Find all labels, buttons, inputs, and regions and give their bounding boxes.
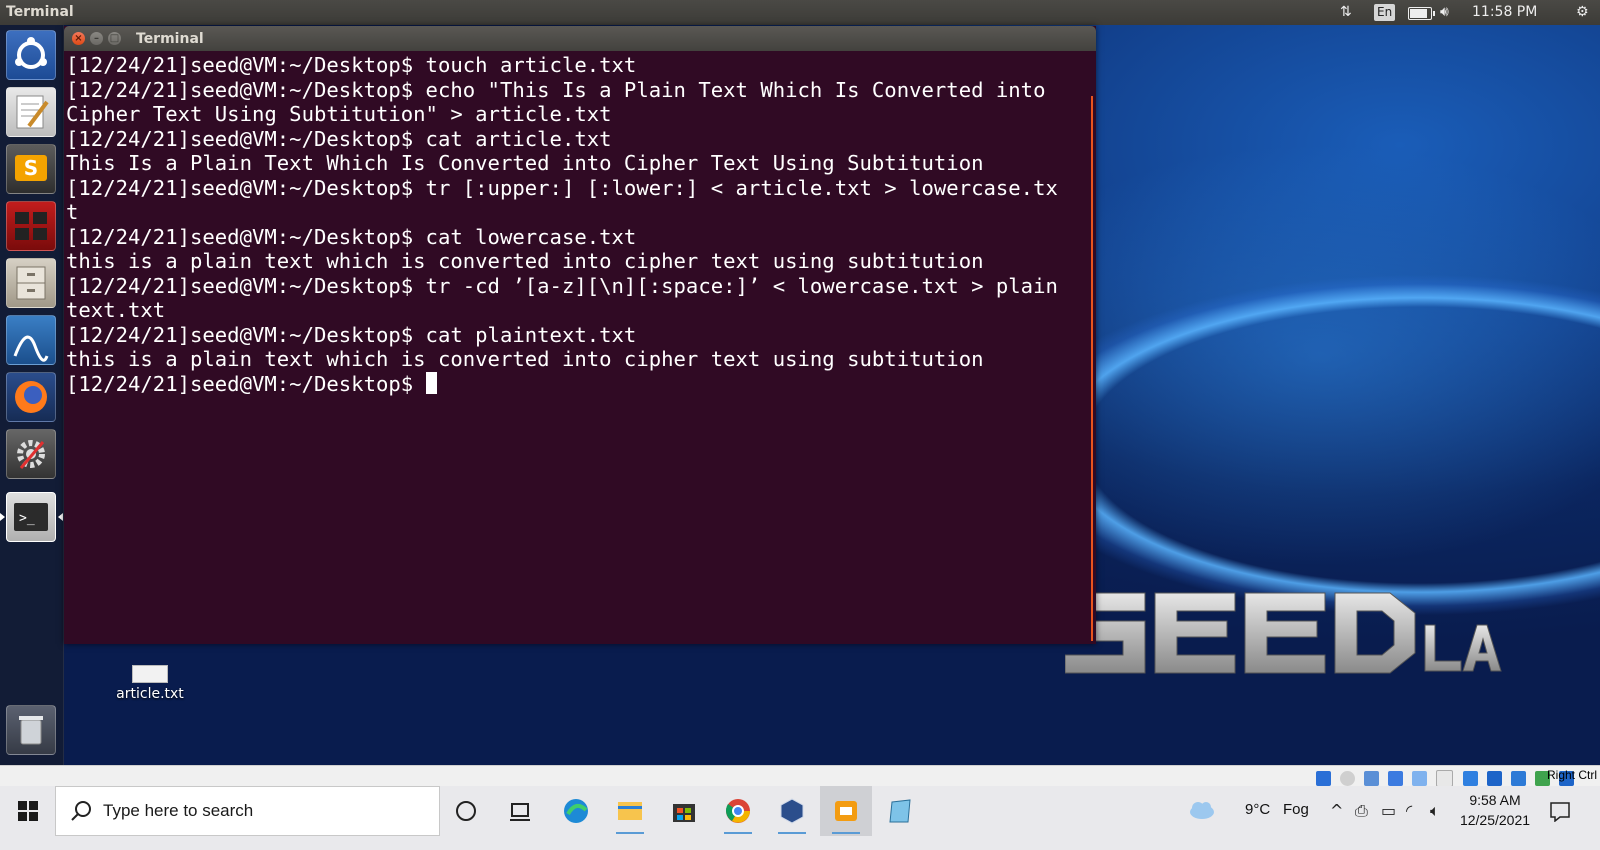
search-icon bbox=[71, 801, 91, 821]
terminal-prompt-line[interactable]: [12/24/21]seed@VM:~/Desktop$ bbox=[66, 371, 1090, 397]
file-cabinet-icon[interactable] bbox=[6, 258, 56, 308]
desktop-file-article[interactable]: article.txt bbox=[108, 665, 192, 702]
chrome-icon[interactable] bbox=[712, 786, 764, 836]
launcher-running-indicator bbox=[0, 513, 5, 521]
terminal-line: [12/24/21]seed@VM:~/Desktop$ cat plainte… bbox=[66, 322, 637, 347]
virtualbox-status-bar: Right Ctrl bbox=[0, 765, 1600, 787]
chevron-up-icon[interactable]: ^ bbox=[1330, 801, 1343, 820]
ubuntu-launcher: S >_ bbox=[0, 25, 64, 765]
search-placeholder: Type here to search bbox=[103, 801, 254, 820]
text-editor-icon[interactable] bbox=[6, 87, 56, 137]
maximize-icon[interactable]: □ bbox=[108, 32, 121, 45]
gear-icon[interactable]: ⚙ bbox=[1576, 3, 1589, 22]
text-file-icon bbox=[132, 665, 168, 683]
terminal-icon[interactable]: >_ bbox=[6, 492, 56, 542]
windows-start-button[interactable] bbox=[0, 786, 55, 836]
running-indicator bbox=[832, 832, 860, 834]
seed-vm-icon[interactable] bbox=[820, 786, 872, 836]
weather-condition[interactable]: Fog bbox=[1283, 801, 1309, 818]
terminal-output[interactable]: [12/24/21]seed@VM:~/Desktop$ touch artic… bbox=[66, 53, 1090, 643]
launcher-focus-indicator bbox=[58, 513, 63, 521]
weather-temperature[interactable]: 9°C bbox=[1245, 801, 1270, 818]
sublime-icon[interactable]: S bbox=[6, 144, 56, 194]
battery-icon[interactable]: ▭ bbox=[1381, 801, 1396, 820]
active-app-title: Terminal bbox=[6, 4, 74, 20]
terminal-line: [12/24/21]seed@VM:~/Desktop$ cat article… bbox=[66, 126, 612, 151]
terminal-titlebar[interactable]: × – □ Terminal bbox=[64, 26, 1096, 51]
volume-icon[interactable]: 🔈︎ bbox=[1430, 801, 1440, 821]
svg-text:>_: >_ bbox=[19, 511, 35, 526]
volume-icon[interactable]: 🔊︎ bbox=[1440, 3, 1449, 22]
audio-icon[interactable] bbox=[1316, 771, 1331, 786]
terminal-line: this is a plain text which is converted … bbox=[66, 347, 984, 371]
terminal-line: [12/24/21]seed@VM:~/Desktop$ touch artic… bbox=[66, 53, 637, 77]
terminator-icon[interactable] bbox=[6, 201, 56, 251]
terminal-line: text.txt bbox=[66, 298, 166, 322]
notification-icon[interactable] bbox=[1548, 800, 1572, 822]
shared-folders-icon[interactable] bbox=[1412, 771, 1428, 786]
terminal-line: this is a plain text which is converted … bbox=[66, 249, 984, 273]
seedlabs-logo bbox=[1065, 592, 1502, 674]
close-icon[interactable]: × bbox=[72, 32, 85, 45]
terminal-window[interactable]: × – □ Terminal [12/24/21]seed@VM:~/Deskt… bbox=[64, 26, 1096, 644]
task-view-icon[interactable] bbox=[440, 786, 492, 836]
recording-icon[interactable] bbox=[1486, 771, 1502, 786]
terminal-line: Cipher Text Using Subtitution" > article… bbox=[66, 102, 612, 126]
desktop-file-label: article.txt bbox=[116, 686, 184, 702]
running-indicator bbox=[778, 832, 806, 834]
taskbar-clock-date[interactable]: 12/25/2021 bbox=[1452, 812, 1538, 828]
file-explorer-icon[interactable] bbox=[604, 786, 656, 836]
terminal-line: [12/24/21]seed@VM:~/Desktop$ echo "This … bbox=[66, 77, 1046, 102]
edge-icon[interactable] bbox=[550, 786, 602, 836]
notepad-icon[interactable] bbox=[874, 786, 926, 836]
taskbar-clock-time[interactable]: 9:58 AM bbox=[1460, 792, 1530, 808]
cpu-icon[interactable] bbox=[1510, 771, 1526, 786]
cloud-fog-icon bbox=[1190, 802, 1214, 819]
optical-drive-icon[interactable] bbox=[1340, 771, 1356, 786]
terminal-scrollbar[interactable] bbox=[1091, 96, 1093, 641]
terminal-line: [12/24/21]seed@VM:~/Desktop$ cat lowerca… bbox=[66, 224, 637, 249]
taskbar-search-box[interactable]: Type here to search bbox=[55, 786, 440, 836]
microsoft-store-icon[interactable] bbox=[658, 786, 710, 836]
running-indicator bbox=[616, 832, 644, 834]
minimize-icon[interactable]: – bbox=[90, 32, 103, 45]
capture-icon[interactable] bbox=[1462, 771, 1478, 786]
host-key-label: Right Ctrl bbox=[1547, 768, 1598, 782]
wireshark-icon[interactable] bbox=[6, 315, 56, 365]
running-indicator bbox=[724, 832, 752, 834]
meet-now-icon[interactable]: ⎙ bbox=[1355, 801, 1368, 821]
terminal-line: t bbox=[66, 200, 79, 224]
display-icon[interactable] bbox=[1436, 770, 1454, 787]
ubuntu-logo-icon[interactable] bbox=[6, 30, 56, 80]
svg-text:S: S bbox=[24, 156, 38, 180]
network-adapter-icon[interactable] bbox=[1364, 771, 1380, 786]
windows-logo-icon bbox=[18, 801, 38, 821]
terminal-prompt: [12/24/21]seed@VM:~/Desktop$ bbox=[66, 371, 426, 396]
widgets-icon[interactable] bbox=[494, 786, 546, 836]
battery-icon[interactable] bbox=[1408, 7, 1435, 20]
settings-icon[interactable] bbox=[6, 429, 56, 479]
top-panel: Terminal ⇅ En 🔊︎ 11:58 PM ⚙ bbox=[0, 0, 1600, 25]
wifi-icon[interactable]: ◜ bbox=[1406, 801, 1412, 820]
firefox-icon[interactable] bbox=[6, 372, 56, 422]
windows-taskbar: Type here to search 9°C Fog ^ ⎙ ▭ ◜ 🔈︎ 9… bbox=[0, 786, 1600, 850]
virtualbox-device-icons bbox=[1316, 768, 1578, 787]
terminal-line: This Is a Plain Text Which Is Converted … bbox=[66, 151, 984, 175]
trash-icon[interactable] bbox=[6, 705, 56, 755]
virtualbox-icon[interactable] bbox=[766, 786, 818, 836]
network-icon[interactable]: ⇅ bbox=[1340, 3, 1352, 22]
top-panel-clock[interactable]: 11:58 PM bbox=[1472, 3, 1537, 22]
terminal-title: Terminal bbox=[136, 31, 204, 47]
usb-icon[interactable] bbox=[1388, 771, 1404, 786]
terminal-cursor bbox=[425, 371, 437, 394]
terminal-line: [12/24/21]seed@VM:~/Desktop$ tr [:upper:… bbox=[66, 175, 1058, 200]
terminal-line: [12/24/21]seed@VM:~/Desktop$ tr -cd ’[a-… bbox=[66, 273, 1058, 298]
keyboard-layout-indicator[interactable]: En bbox=[1374, 4, 1396, 21]
